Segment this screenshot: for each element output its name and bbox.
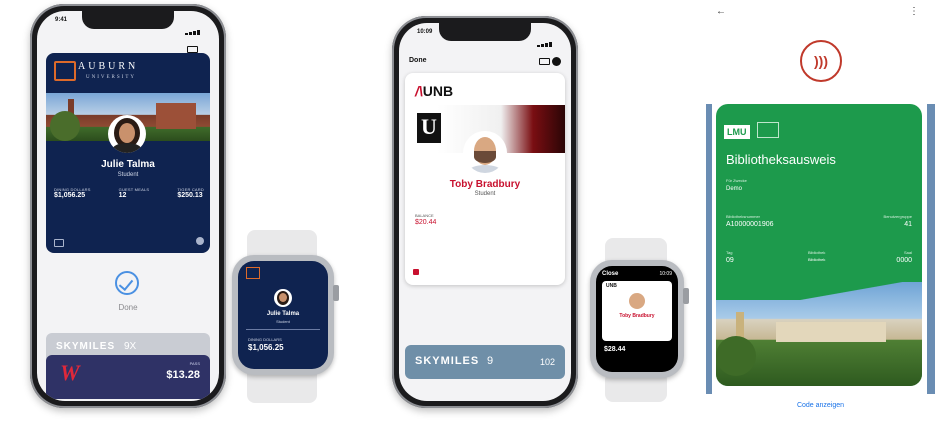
field-hall: 0000 — [896, 257, 912, 264]
field-day: 09 — [726, 257, 734, 264]
phone-2-screen: 10:09 Done /\UNB U Toby Bradbury Student… — [399, 23, 571, 401]
unb-logo-text: UNB — [422, 83, 454, 99]
school-subtitle: UNIVERSITY — [86, 75, 136, 80]
field-day-label: Tag — [726, 250, 733, 255]
field-hall-label: Saal — [903, 250, 912, 255]
field-library-label: Bibliothek — [808, 250, 826, 255]
phone-notch — [82, 11, 174, 29]
holder-role: Student — [117, 172, 139, 178]
watch-crown[interactable] — [683, 288, 689, 304]
watch-unb-logo: UNB — [606, 283, 617, 289]
holder-name: Julie Talma — [101, 159, 155, 170]
info-icon[interactable] — [196, 237, 204, 245]
field-guest: GUEST MEALS 12 — [118, 187, 150, 199]
pass-logo-icon: W — [60, 360, 80, 385]
skymiles-label: SKYMILES — [415, 355, 480, 367]
pass-value: $13.28 — [166, 369, 200, 381]
campus-photo — [716, 282, 922, 386]
watch-balance: $28.44 — [604, 346, 626, 353]
skymiles-value: 9X — [124, 341, 137, 352]
avatar — [108, 115, 146, 153]
signal-icon — [185, 17, 205, 53]
unb-logo: /\UNB — [415, 83, 454, 99]
skymiles-card[interactable]: SKYMILES 9 102 — [405, 345, 565, 379]
field-group: 41 — [904, 221, 912, 228]
avatar — [274, 289, 292, 307]
school-name: AUBURN — [78, 61, 139, 72]
watch-balance-label: DINING DOLLARS — [248, 337, 282, 342]
lmu-logo-text: LMU — [724, 125, 750, 139]
field-library: Bibliothek — [808, 257, 826, 262]
subtitle-value: Demo — [726, 186, 743, 192]
watch-balance: $1,056.25 — [248, 343, 284, 352]
nfc-icon — [413, 269, 419, 275]
more-vert-icon[interactable]: ⋮ — [909, 6, 919, 17]
signal-icon — [537, 29, 557, 65]
nfc-icon — [54, 239, 64, 247]
holder-role: Student — [474, 191, 496, 197]
library-card[interactable]: LMU Bibliotheksausweis Für Zwecke Demo B… — [716, 104, 922, 386]
android-screen: ← ⋮ ))) LMU Bibliotheksausweis Für Zweck… — [706, 0, 935, 433]
watch-2-screen: Close 10:09 UNB Toby Bradbury $28.44 — [596, 266, 678, 372]
skymiles-label: SKYMILES — [56, 341, 116, 352]
watch-holder-name: Toby Bradbury — [619, 313, 655, 319]
auburn-logo-icon — [246, 267, 260, 279]
close-button[interactable]: Close — [602, 271, 618, 277]
phone-1-screen: 9:41 AUBURN UNIVERSITY Julie Talma Stude… — [37, 11, 219, 401]
field-group-label: Benutzergruppe — [883, 214, 912, 219]
unb-crest-icon: U — [417, 113, 441, 143]
lmu-logo: LMU — [724, 122, 779, 139]
auburn-logo-icon — [54, 61, 76, 81]
balance-value: $20.44 — [415, 219, 437, 226]
avatar — [629, 293, 645, 309]
show-code-button[interactable]: Code anzeigen — [706, 402, 935, 409]
field-library-number: A10000001906 — [726, 221, 774, 228]
watch-holder-role: Student — [276, 319, 290, 324]
phone-2: 10:09 Done /\UNB U Toby Bradbury Student… — [392, 16, 578, 408]
status-time: 10:09 — [417, 29, 433, 35]
card-fields: DINING DOLLARS $1,056.25 GUEST MEALS 12 TI… — [54, 187, 204, 209]
card-title: Bibliotheksausweis — [726, 152, 836, 167]
field-library-number-label: Bibliotheksnummer — [726, 214, 761, 219]
lmu-seal-icon — [756, 122, 779, 138]
more-icon[interactable] — [552, 57, 561, 66]
subtitle-label: Für Zwecke — [726, 178, 747, 183]
background-card-right — [927, 104, 935, 394]
unb-id-card[interactable]: /\UNB U Toby Bradbury Student BALANCE $2… — [405, 73, 565, 285]
phone-1: 9:41 AUBURN UNIVERSITY Julie Talma Stude… — [30, 4, 226, 408]
watch-1: Julie Talma Student DINING DOLLARS $1,05… — [232, 255, 339, 375]
watch-time: 10:09 — [659, 271, 672, 277]
watch-crown[interactable] — [333, 285, 339, 301]
skymiles-value: 9 — [487, 355, 494, 367]
watch-1-screen: Julie Talma Student DINING DOLLARS $1,05… — [238, 261, 328, 369]
skymiles-number: 102 — [539, 357, 555, 367]
avatar — [465, 133, 505, 173]
done-label: Done — [118, 303, 138, 312]
back-arrow-icon[interactable]: ← — [716, 6, 726, 17]
status-time: 9:41 — [55, 17, 68, 23]
contactless-icon: ))) — [800, 40, 842, 82]
pass-label: PASS — [189, 361, 200, 366]
holder-name: Toby Bradbury — [449, 179, 521, 190]
watch-2: Close 10:09 UNB Toby Bradbury $28.44 — [590, 260, 689, 378]
background-card-left — [706, 104, 712, 394]
watch-holder-name: Julie Talma — [266, 311, 300, 317]
watch-unb-card[interactable]: UNB Toby Bradbury — [602, 281, 672, 341]
field-tiger: TIGER CARD $250.13 — [177, 187, 204, 199]
pass-card[interactable]: W PASS $13.28 — [46, 355, 210, 399]
checkmark-icon — [115, 271, 139, 295]
phone-notch — [439, 23, 531, 41]
balance-label: BALANCE — [415, 213, 434, 218]
field-dining: DINING DOLLARS $1,056.25 — [54, 187, 91, 199]
done-button[interactable]: Done — [409, 57, 427, 64]
auburn-id-card[interactable]: AUBURN UNIVERSITY Julie Talma Student DI… — [46, 53, 210, 253]
